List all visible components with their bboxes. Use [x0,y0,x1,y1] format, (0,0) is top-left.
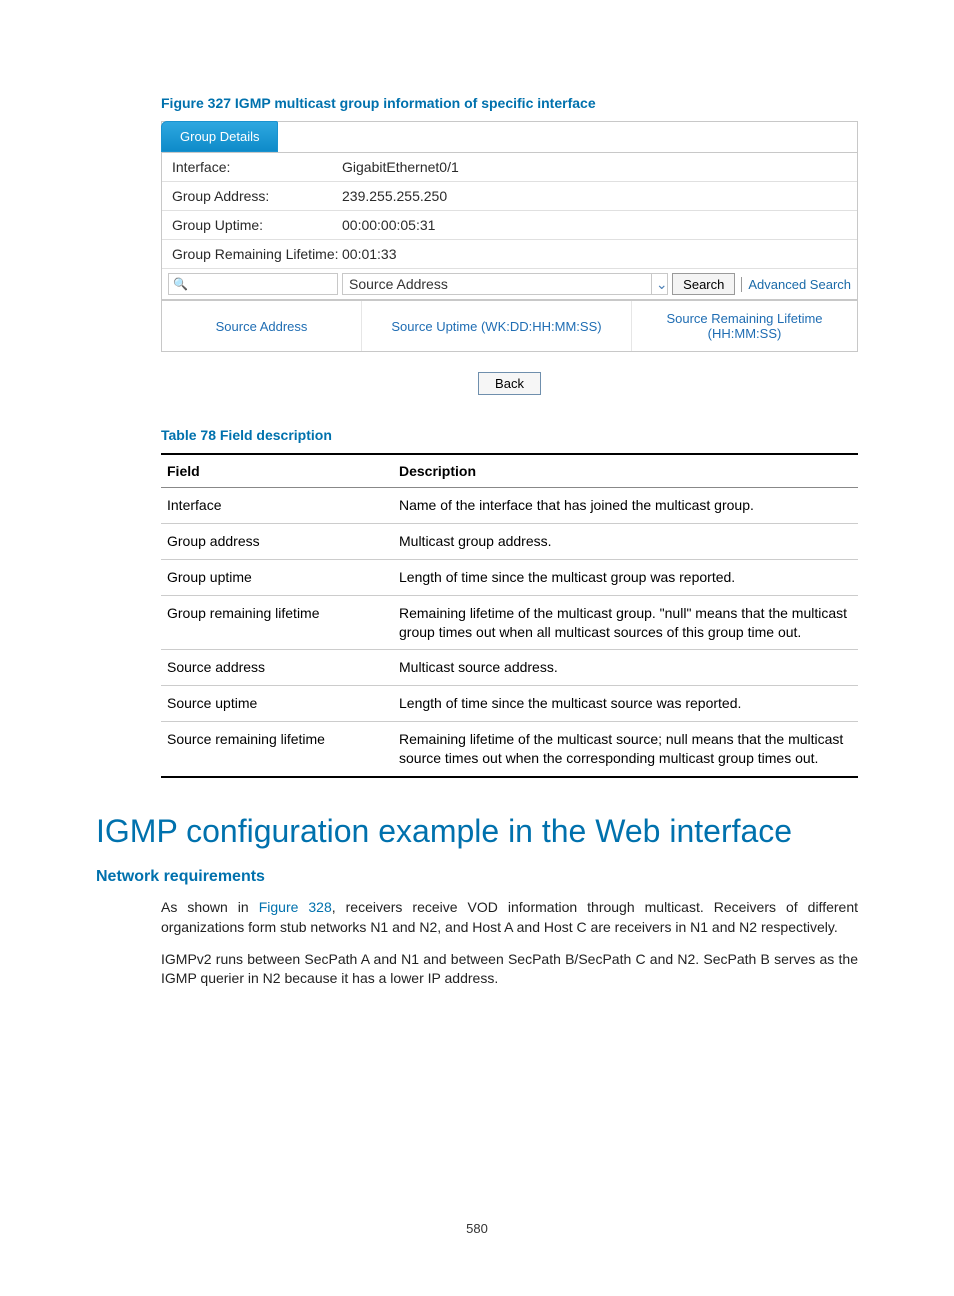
row-group-uptime: Group Uptime: 00:00:00:05:31 [162,211,857,240]
value-interface: GigabitEthernet0/1 [342,159,459,175]
value-group-uptime: 00:00:00:05:31 [342,217,435,233]
tab-group-details[interactable]: Group Details [161,121,278,152]
heading-igmp-config-example: IGMP configuration example in the Web in… [96,812,858,850]
table-row: Source addressMulticast source address. [161,650,858,686]
search-field-select[interactable]: Source Address ⌄ [342,273,668,295]
cell-desc: Multicast source address. [393,650,858,686]
table-row: Group addressMulticast group address. [161,523,858,559]
chevron-down-icon: ⌄ [651,274,667,294]
cell-field: Source uptime [161,686,393,722]
table-row: InterfaceName of the interface that has … [161,488,858,524]
table-caption: Table 78 Field description [96,427,858,443]
source-table-header: Source Address Source Uptime (WK:DD:HH:M… [162,300,857,351]
label-group-uptime: Group Uptime: [172,217,342,233]
th-description: Description [393,454,858,488]
label-group-remaining: Group Remaining Lifetime: [172,246,342,262]
row-group-remaining: Group Remaining Lifetime: 00:01:33 [162,240,857,269]
field-description-table: Field Description InterfaceName of the i… [161,453,858,778]
row-group-address: Group Address: 239.255.255.250 [162,182,857,211]
table-row: Source uptimeLength of time since the mu… [161,686,858,722]
row-interface: Interface: GigabitEthernet0/1 [162,153,857,182]
cell-desc: Length of time since the multicast sourc… [393,686,858,722]
cell-field: Group uptime [161,559,393,595]
heading-network-requirements: Network requirements [96,868,858,886]
cell-field: Interface [161,488,393,524]
search-input[interactable] [168,273,338,295]
search-button[interactable]: Search [672,273,735,295]
tab-bar: Group Details [162,122,857,153]
value-group-remaining: 00:01:33 [342,246,397,262]
label-interface: Interface: [172,159,342,175]
table-row: Group uptimeLength of time since the mul… [161,559,858,595]
col-source-address[interactable]: Source Address [162,301,362,351]
col-source-remaining[interactable]: Source Remaining Lifetime (HH:MM:SS) [632,301,857,351]
th-field: Field [161,454,393,488]
cell-field: Group address [161,523,393,559]
value-group-address: 239.255.255.250 [342,188,447,204]
cell-field: Source remaining lifetime [161,722,393,777]
advanced-search-link[interactable]: Advanced Search [741,277,851,292]
paragraph-1: As shown in Figure 328, receivers receiv… [161,898,858,937]
group-details-panel: Group Details Interface: GigabitEthernet… [161,121,858,352]
back-button-container: Back [161,372,858,395]
figure-caption: Figure 327 IGMP multicast group informat… [96,95,858,111]
cell-field: Source address [161,650,393,686]
table-row: Source remaining lifetimeRemaining lifet… [161,722,858,777]
label-group-address: Group Address: [172,188,342,204]
cell-desc: Multicast group address. [393,523,858,559]
search-row: 🔍 Source Address ⌄ Search Advanced Searc… [162,269,857,300]
p1-pre: As shown in [161,899,259,915]
col-source-uptime[interactable]: Source Uptime (WK:DD:HH:MM:SS) [362,301,632,351]
table-row: Group remaining lifetimeRemaining lifeti… [161,595,858,650]
paragraph-2: IGMPv2 runs between SecPath A and N1 and… [161,950,858,989]
select-value: Source Address [349,276,448,292]
back-button[interactable]: Back [478,372,541,395]
cell-desc: Length of time since the multicast group… [393,559,858,595]
page-number: 580 [0,1221,954,1236]
figure-328-link[interactable]: Figure 328 [259,899,332,915]
cell-desc: Remaining lifetime of the multicast grou… [393,595,858,650]
cell-desc: Name of the interface that has joined th… [393,488,858,524]
cell-desc: Remaining lifetime of the multicast sour… [393,722,858,777]
cell-field: Group remaining lifetime [161,595,393,650]
